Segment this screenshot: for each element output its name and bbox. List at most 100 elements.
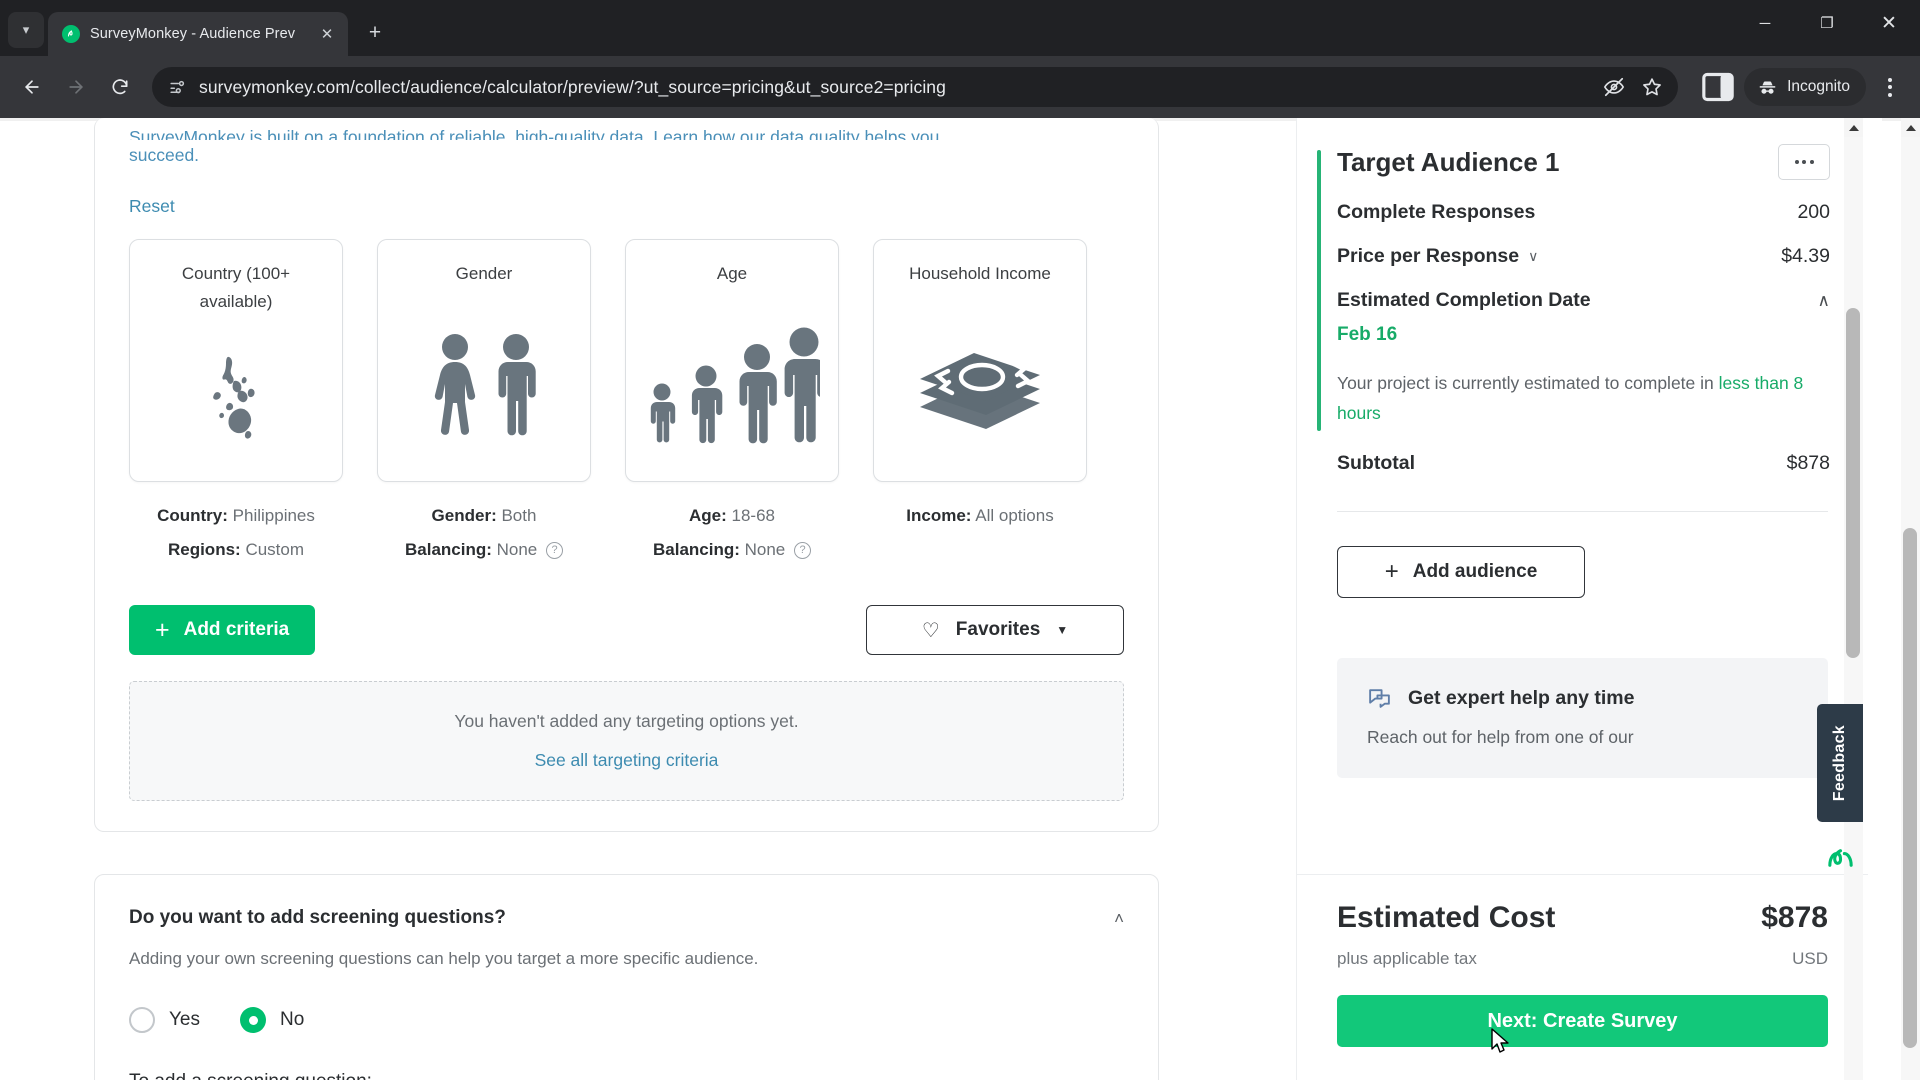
back-button[interactable] [12,67,52,107]
criteria-card-title: Household Income [909,264,1051,283]
completion-date-value: Feb 16 [1337,324,1398,345]
criteria-card-age[interactable]: Age [625,239,839,482]
tab-search-chevron-icon[interactable]: ▾ [8,12,44,48]
summary-key: Income: [906,506,972,525]
browser-menu-icon[interactable] [1872,67,1908,107]
summary-value: Both [501,506,537,525]
dot-icon [1794,160,1799,164]
plus-icon: + [155,615,170,644]
empty-state-text: You haven't added any targeting options … [454,711,799,731]
summary-line: Regions: Custom [129,533,343,567]
summary-gender: Gender: Both Balancing: None ? [377,499,591,567]
surveymonkey-logo-icon[interactable] [1817,836,1863,876]
summary-income: Income: All options [873,499,1087,567]
new-tab-button[interactable]: + [358,16,392,50]
age-figures-icon [626,288,838,481]
add-criteria-label: Add criteria [183,619,290,640]
minimize-button[interactable]: ─ [1734,0,1796,46]
expert-help-subtitle: Reach out for help from one of our [1367,727,1634,747]
window-close-button[interactable]: ✕ [1858,0,1920,46]
completion-date-row[interactable]: Estimated Completion Date ∧ [1337,289,1830,312]
summary-line: Income: All options [873,499,1087,533]
window-controls: ─ ❐ ✕ [1734,0,1920,46]
audience-options-button[interactable] [1778,144,1830,180]
price-label-text: Price per Response [1337,245,1520,267]
url-text: surveymonkey.com/collect/audience/calcul… [199,76,946,97]
browser-tab[interactable]: SurveyMonkey - Audience Prev ✕ [48,12,348,56]
add-audience-button[interactable]: + Add audience [1337,546,1585,598]
scroll-up-arrow-icon[interactable] [1844,118,1863,137]
summary-key: Country: [157,506,228,525]
summary-value: None [496,540,538,559]
price-per-response-row[interactable]: Price per Response ∨ $4.39 [1337,245,1830,268]
page-scrollbar[interactable] [1901,118,1920,1080]
side-panel-icon[interactable] [1698,67,1738,107]
intro-text-line1: SurveyMonkey is built on a foundation of… [129,127,940,140]
help-icon[interactable]: ? [794,542,811,560]
subtotal-label: Subtotal [1337,452,1415,474]
price-per-response-label: Price per Response ∨ [1337,245,1538,268]
next-create-survey-button[interactable]: Next: Create Survey [1337,995,1828,1047]
feedback-tab[interactable]: Feedback [1817,704,1863,822]
site-settings-icon[interactable] [168,78,187,97]
summary-value: Philippines [232,506,315,525]
radio-no[interactable] [240,1007,266,1033]
expert-help-card[interactable]: Get expert help any time Reach out for h… [1337,658,1828,778]
criteria-card-gender[interactable]: Gender [377,239,591,482]
scroll-up-arrow-icon[interactable] [1901,118,1920,137]
close-icon[interactable]: ✕ [316,23,338,45]
summary-line: Country: Philippines [129,499,343,533]
reset-link[interactable]: Reset [129,196,175,217]
reload-button[interactable] [100,67,140,107]
estimated-cost-row: Estimated Cost $878 [1337,901,1828,935]
help-icon[interactable]: ? [546,542,563,560]
criteria-card-country[interactable]: Country (100+ available) [129,239,343,482]
summary-age: Age: 18-68 Balancing: None ? [625,499,839,567]
criteria-card-household-income[interactable]: Household Income [873,239,1087,482]
summary-country: Country: Philippines Regions: Custom [129,499,343,567]
sidebar-scrollbar[interactable] [1844,118,1863,1080]
money-stack-icon [874,288,1086,481]
summary-line: Age: 18-68 [625,499,839,533]
favorites-dropdown-button[interactable]: ♡ Favorites ▼ [866,605,1124,655]
add-audience-label: Add audience [1412,561,1538,582]
radio-no-label: No [280,1009,305,1030]
completion-date-label: Estimated Completion Date [1337,289,1591,311]
chevron-down-icon[interactable]: ∨ [1528,248,1538,265]
screening-footer-text: To add a screening question: [129,1071,1124,1080]
tab-title: SurveyMonkey - Audience Prev [90,26,296,42]
browser-window: ▾ SurveyMonkey - Audience Prev ✕ + ─ ❐ ✕ [0,0,1920,1080]
cost-footer: Estimated Cost $878 plus applicable tax … [1297,874,1868,1080]
audience-accent-bar [1317,150,1321,431]
tax-row: plus applicable tax USD [1337,949,1828,969]
intro-text-line2: succeed. [129,145,200,165]
criteria-actions: + Add criteria ♡ Favorites ▼ [129,605,1124,655]
criteria-card-title: Gender [455,264,513,283]
screening-questions-panel: Do you want to add screening questions? … [94,874,1159,1080]
forward-button[interactable] [56,67,96,107]
complete-responses-label: Complete Responses [1337,201,1536,223]
tracking-protection-icon[interactable] [1602,75,1626,99]
chevron-up-icon[interactable]: ∧ [1818,291,1830,311]
favorites-label: Favorites [955,619,1041,640]
incognito-label: Incognito [1787,78,1850,95]
summary-key: Gender: [431,506,497,525]
radio-yes[interactable] [129,1007,155,1033]
chevron-down-icon: ▼ [1056,623,1069,637]
see-all-targeting-link[interactable]: See all targeting criteria [535,750,719,771]
page-scrollbar-thumb[interactable] [1903,528,1917,1048]
audience-builder-column: SurveyMonkey is built on a foundation of… [94,118,1159,1080]
price-per-response-value: $4.39 [1781,245,1830,267]
dot-icon [1802,160,1806,164]
tab-strip: ▾ SurveyMonkey - Audience Prev ✕ + ─ ❐ ✕ [0,0,1920,56]
maximize-button[interactable]: ❐ [1796,0,1858,46]
surveymonkey-favicon-icon [62,25,80,43]
add-criteria-button[interactable]: + Add criteria [129,605,316,655]
summary-line: Balancing: None ? [625,533,839,567]
sidebar-scrollbar-thumb[interactable] [1846,308,1860,658]
address-bar[interactable]: surveymonkey.com/collect/audience/calcul… [152,67,1679,107]
incognito-indicator[interactable]: Incognito [1744,68,1866,106]
bookmark-star-icon[interactable] [1640,75,1664,99]
chevron-up-icon[interactable]: ˄ [1114,909,1124,929]
completion-note-prefix: Your project is currently estimated to c… [1337,373,1714,393]
